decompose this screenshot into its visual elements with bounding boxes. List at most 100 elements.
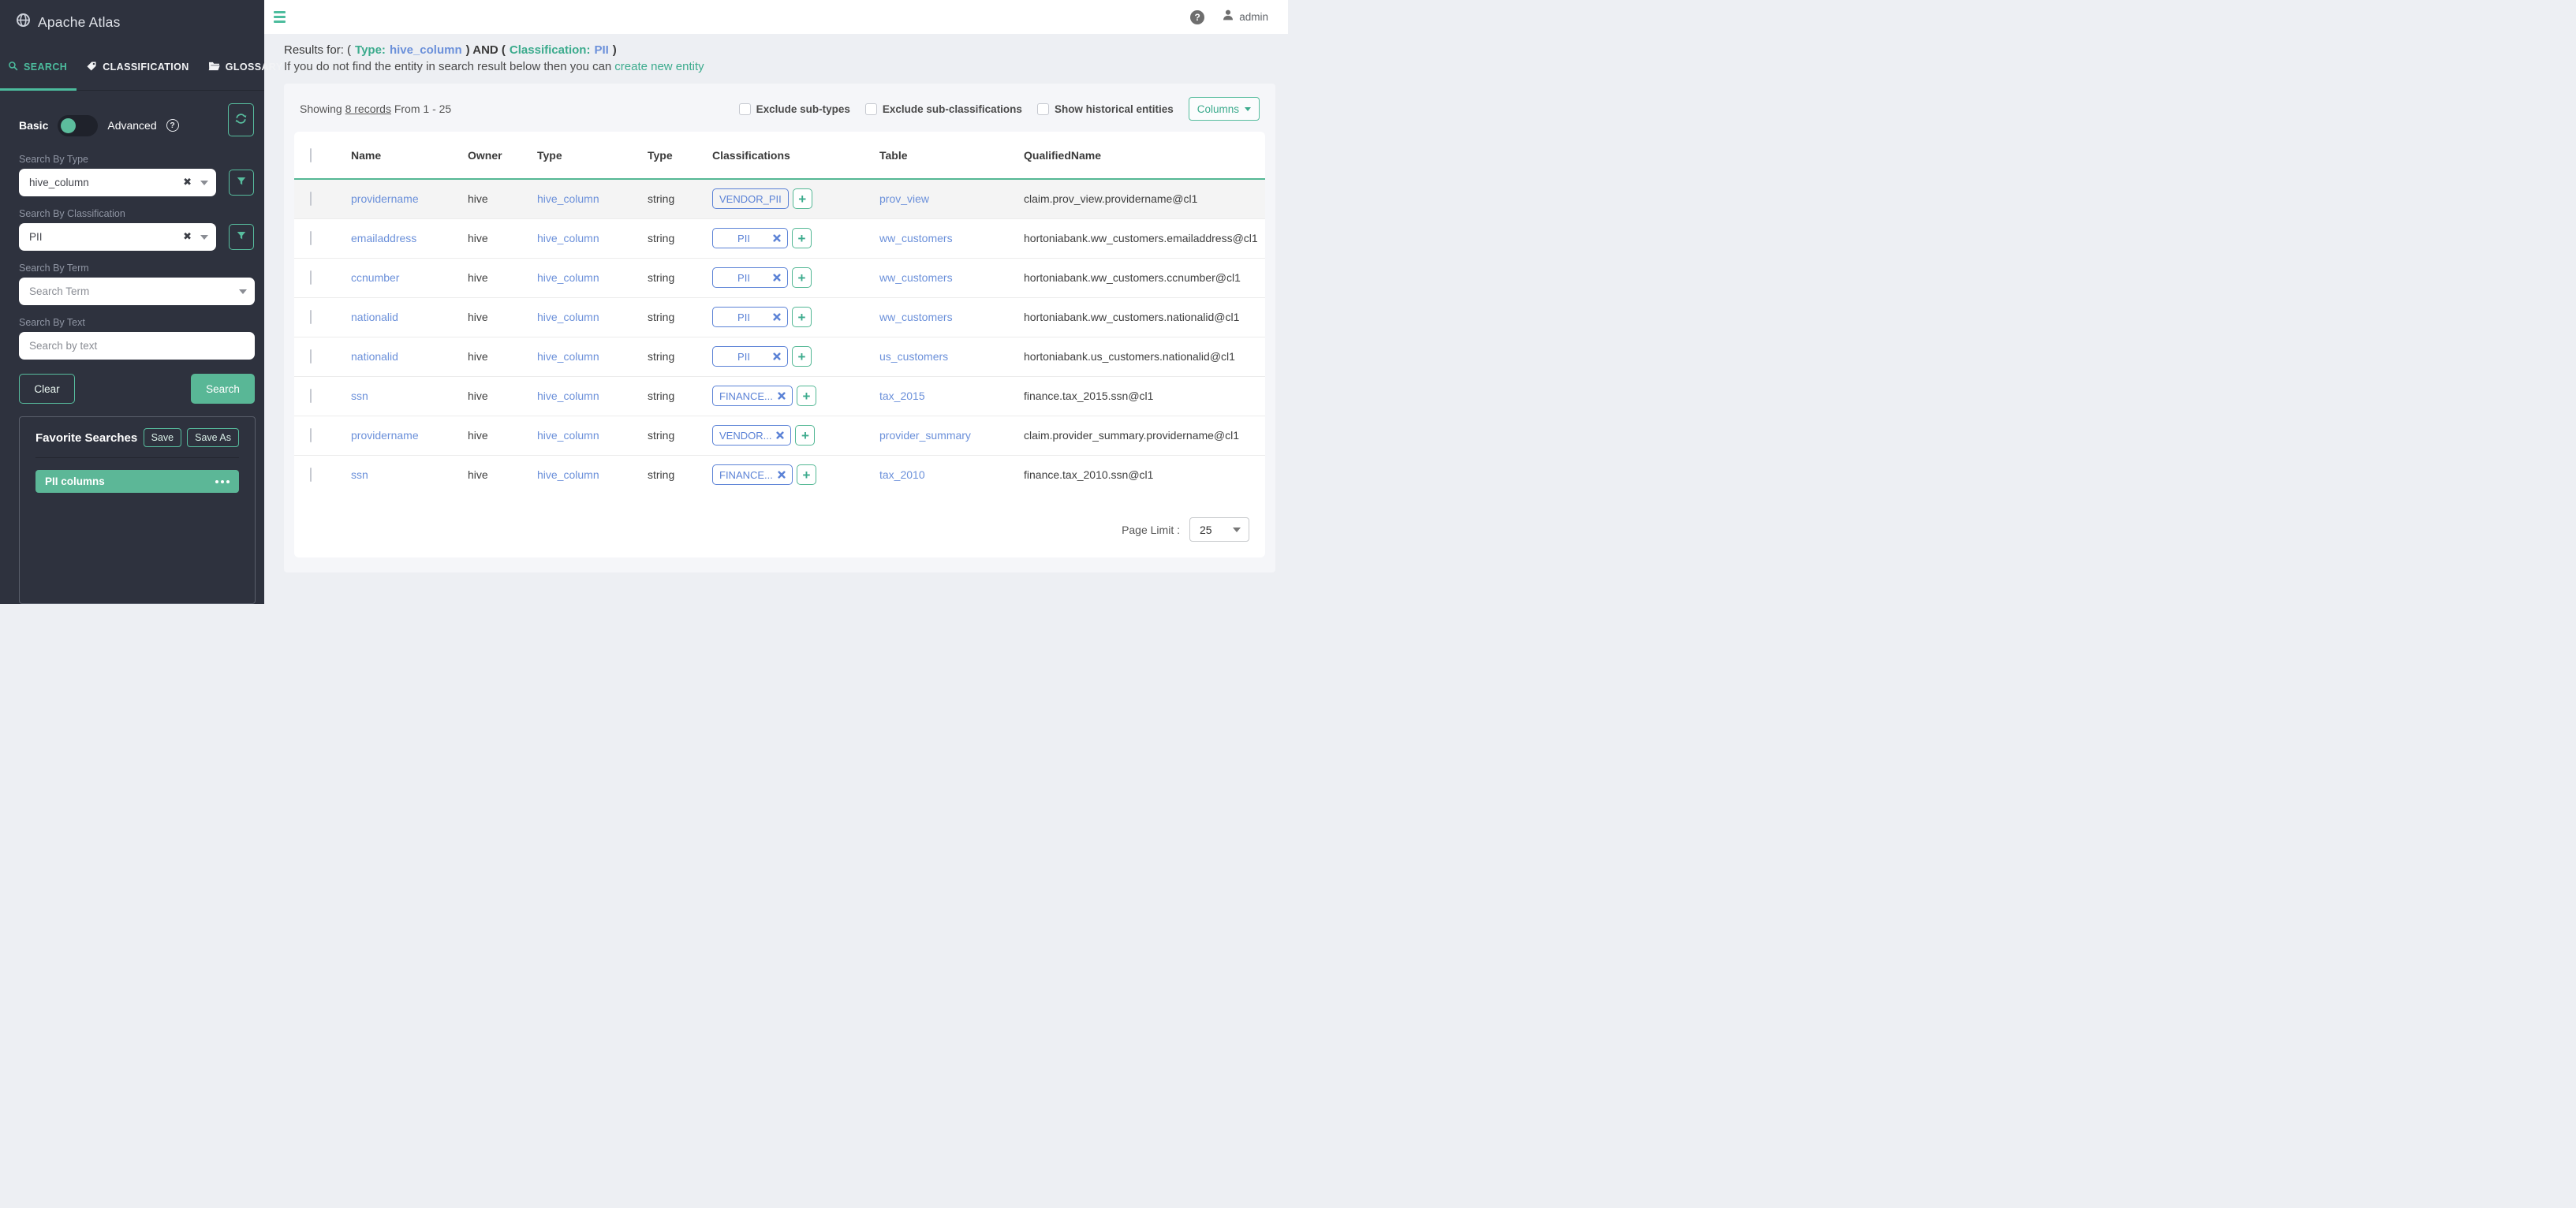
save-as-button[interactable]: Save As	[187, 428, 239, 447]
tab-classification[interactable]: CLASSIFICATION	[77, 45, 199, 91]
user-menu[interactable]: admin	[1222, 9, 1268, 25]
entity-name-link[interactable]: providername	[351, 429, 419, 442]
table-name-link[interactable]: ww_customers	[879, 311, 953, 323]
entity-type-link[interactable]: hive_column	[537, 429, 599, 442]
remove-classification-icon[interactable]	[773, 313, 781, 321]
add-classification-button[interactable]	[792, 307, 812, 327]
row-checkbox[interactable]	[310, 192, 312, 206]
search-text-input[interactable]	[19, 332, 255, 360]
page-limit-select[interactable]: 25	[1189, 517, 1249, 542]
row-checkbox[interactable]	[310, 270, 312, 285]
row-checkbox[interactable]	[310, 468, 312, 482]
entity-type-link[interactable]: hive_column	[537, 390, 599, 402]
columns-dropdown-button[interactable]: Columns	[1189, 97, 1260, 121]
tab-search[interactable]: SEARCH	[0, 45, 77, 91]
row-checkbox[interactable]	[310, 231, 312, 245]
table-name-link[interactable]: prov_view	[879, 192, 929, 205]
term-select[interactable]: Search Term	[19, 278, 255, 305]
classification-chip[interactable]: PII	[712, 307, 788, 327]
exclude-subtypes-checkbox[interactable]: Exclude sub-types	[739, 103, 850, 115]
classification-chip-label: FINANCE...	[719, 390, 773, 402]
classification-chip[interactable]: VENDOR_PII	[712, 188, 789, 209]
clear-type-icon[interactable]: ✖	[183, 177, 192, 188]
classification-chip[interactable]: PII	[712, 267, 788, 288]
checkbox[interactable]	[1037, 103, 1049, 115]
help-icon[interactable]	[1190, 10, 1204, 24]
basic-advanced-toggle[interactable]	[58, 115, 98, 136]
refresh-button[interactable]	[228, 103, 254, 136]
row-checkbox[interactable]	[310, 349, 312, 364]
advanced-help-icon[interactable]	[166, 119, 179, 132]
add-classification-button[interactable]	[792, 267, 812, 288]
table-name-link[interactable]: us_customers	[879, 350, 948, 363]
entity-type-link[interactable]: hive_column	[537, 311, 599, 323]
add-classification-button[interactable]	[793, 188, 812, 209]
row-checkbox[interactable]	[310, 310, 312, 324]
favorite-search-item[interactable]: PII columns	[35, 470, 239, 493]
classification-chip[interactable]: PII	[712, 346, 788, 367]
favorite-searches-panel: Favorite Searches Save Save As PII colum…	[19, 416, 256, 604]
entity-name-link[interactable]: ssn	[351, 468, 368, 481]
table-name-link[interactable]: ww_customers	[879, 232, 953, 244]
add-classification-button[interactable]	[797, 386, 816, 406]
checkbox[interactable]	[865, 103, 877, 115]
entity-name-link[interactable]: nationalid	[351, 350, 398, 363]
remove-classification-icon[interactable]	[773, 274, 781, 281]
add-classification-button[interactable]	[797, 464, 816, 485]
remove-classification-icon[interactable]	[773, 352, 781, 360]
type-filter-button[interactable]	[229, 170, 254, 196]
add-classification-button[interactable]	[795, 425, 815, 446]
records-count-link[interactable]: 8 records	[345, 103, 391, 115]
entity-name-link[interactable]: emailaddress	[351, 232, 416, 244]
entity-name-link[interactable]: nationalid	[351, 311, 398, 323]
tab-glossary[interactable]: GLOSSARY	[199, 45, 293, 91]
search-by-text-label: Search By Text	[19, 317, 254, 328]
classification-chip[interactable]: VENDOR...	[712, 425, 791, 446]
add-classification-button[interactable]	[792, 346, 812, 367]
owner-cell: hive	[457, 179, 526, 218]
table-name-link[interactable]: ww_customers	[879, 271, 953, 284]
remove-classification-icon[interactable]	[778, 392, 786, 400]
qualifiedname-cell: hortoniabank.ww_customers.emailaddress@c…	[1013, 218, 1265, 258]
row-checkbox[interactable]	[310, 428, 312, 442]
exclude-subclassifications-checkbox[interactable]: Exclude sub-classifications	[865, 103, 1022, 115]
qualifiedname-cell: hortoniabank.us_customers.nationalid@cl1	[1013, 337, 1265, 376]
owner-cell: hive	[457, 297, 526, 337]
remove-classification-icon[interactable]	[776, 431, 784, 439]
table-name-link[interactable]: tax_2010	[879, 468, 925, 481]
classification-chip[interactable]: FINANCE...	[712, 386, 793, 406]
content: Results for: ( Type: hive_column ) AND (…	[264, 34, 1288, 604]
classification-filter-button[interactable]	[229, 224, 254, 250]
classification-chip[interactable]: PII	[712, 228, 788, 248]
entity-type-link[interactable]: hive_column	[537, 468, 599, 481]
clear-button[interactable]: Clear	[19, 374, 75, 404]
entity-name-link[interactable]: providername	[351, 192, 419, 205]
entity-type-link[interactable]: hive_column	[537, 232, 599, 244]
remove-classification-icon[interactable]	[778, 471, 786, 479]
qualifiedname-cell: hortoniabank.ww_customers.nationalid@cl1	[1013, 297, 1265, 337]
classification-chip[interactable]: FINANCE...	[712, 464, 793, 485]
show-historical-entities-checkbox[interactable]: Show historical entities	[1037, 103, 1174, 115]
select-all-checkbox[interactable]	[310, 148, 312, 162]
entity-name-link[interactable]: ssn	[351, 390, 368, 402]
table-name-link[interactable]: tax_2015	[879, 390, 925, 402]
checkbox[interactable]	[739, 103, 751, 115]
entity-type-link[interactable]: hive_column	[537, 271, 599, 284]
entity-name-link[interactable]: ccnumber	[351, 271, 399, 284]
type-select[interactable]: hive_column ✖	[19, 169, 216, 196]
entity-type-link[interactable]: hive_column	[537, 192, 599, 205]
classification-select[interactable]: PII ✖	[19, 223, 216, 251]
chevron-down-icon	[200, 235, 208, 240]
search-by-type-label: Search By Type	[19, 154, 254, 165]
ellipsis-menu-icon[interactable]	[215, 480, 230, 483]
hamburger-menu-icon[interactable]	[274, 11, 286, 23]
create-new-entity-link[interactable]: create new entity	[614, 60, 704, 73]
row-checkbox[interactable]	[310, 389, 312, 403]
remove-classification-icon[interactable]	[773, 234, 781, 242]
table-name-link[interactable]: provider_summary	[879, 429, 971, 442]
add-classification-button[interactable]	[792, 228, 812, 248]
search-button[interactable]: Search	[191, 374, 255, 404]
save-button[interactable]: Save	[144, 428, 182, 447]
clear-classification-icon[interactable]: ✖	[183, 231, 192, 243]
entity-type-link[interactable]: hive_column	[537, 350, 599, 363]
